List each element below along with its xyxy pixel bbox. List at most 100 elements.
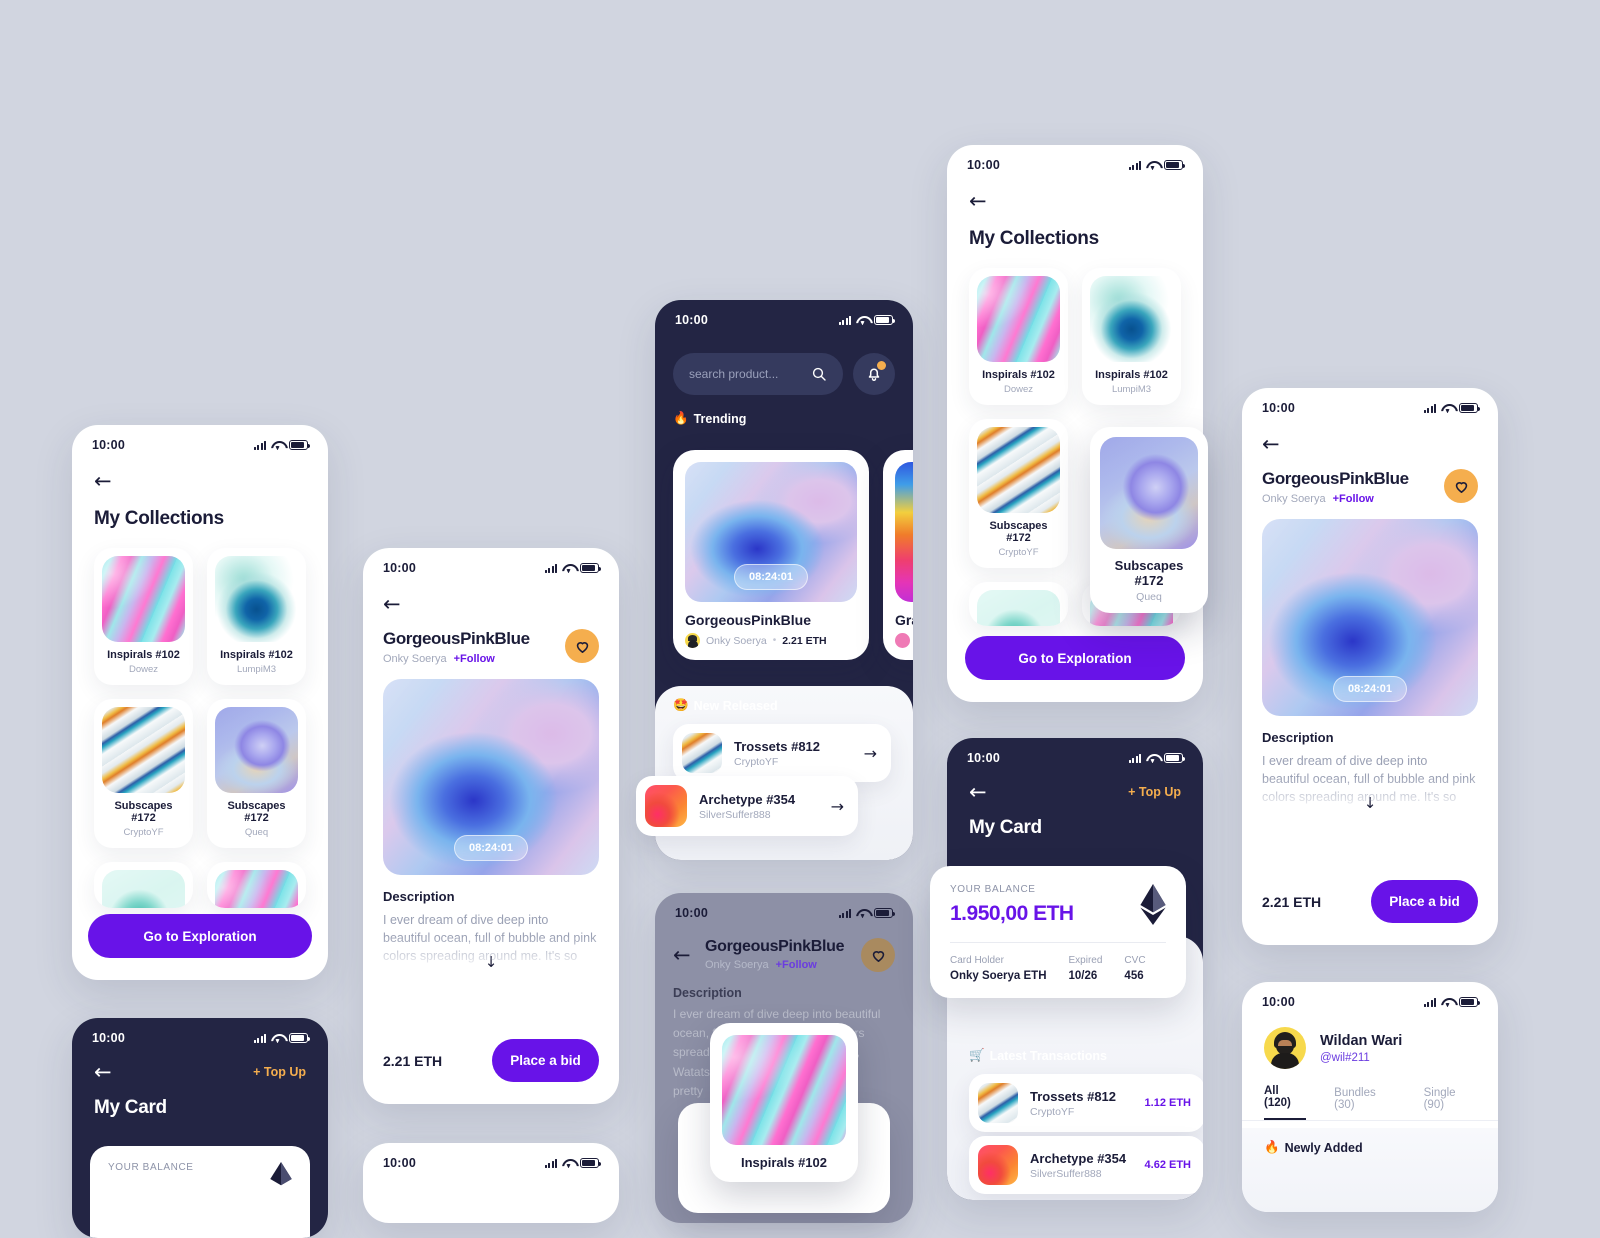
tab-all[interactable]: All (120) [1264, 1085, 1307, 1120]
new-released-row[interactable]: Trossets #812 CryptoYF → [673, 724, 891, 782]
battery-icon [874, 315, 896, 325]
collection-tile[interactable]: Inspirals #102 Dowez [94, 548, 193, 685]
favorite-button[interactable] [861, 938, 895, 972]
back-arrow-icon[interactable] [1262, 433, 1284, 455]
top-up-button[interactable]: + Top Up [1128, 785, 1181, 799]
favorite-button[interactable] [565, 629, 599, 663]
status-bar: 10:00 [363, 548, 619, 577]
collection-tile-partial[interactable] [207, 862, 306, 908]
balance-value: 1.950,00 ETH [950, 902, 1074, 925]
status-time: 10:00 [383, 561, 416, 575]
description-text: I ever dream of dive deep into beautiful… [1262, 754, 1476, 805]
wifi-icon [271, 1033, 284, 1043]
nft-thumbnail [978, 1083, 1018, 1123]
collection-tile[interactable]: Subscapes #172 Queq [207, 699, 306, 848]
top-up-button[interactable]: + Top Up [253, 1065, 306, 1079]
follow-link[interactable]: +Follow [454, 653, 495, 665]
collection-tile[interactable]: Inspirals #102 LumpiM3 [207, 548, 306, 685]
battery-icon [1459, 403, 1481, 413]
nft-title: Archetype #354 [1030, 1150, 1127, 1166]
trending-card[interactable]: 08:24:01 GorgeousPinkBlue Onky Soerya • … [673, 450, 869, 660]
page-title: My Card [969, 817, 1042, 838]
auction-timer: 08:24:01 [733, 564, 809, 590]
search-placeholder: search product... [689, 367, 779, 381]
nft-artwork [722, 1035, 846, 1145]
tile-title: Subscapes #172 [1114, 558, 1184, 588]
place-bid-button[interactable]: Place a bid [1371, 880, 1478, 923]
wifi-icon [1146, 753, 1159, 763]
battery-icon [580, 1158, 602, 1168]
nft-author: Onky Soerya [383, 653, 447, 665]
chevron-right-icon[interactable]: → [864, 744, 877, 763]
wifi-icon [562, 1158, 575, 1168]
go-to-exploration-button[interactable]: Go to Exploration [965, 636, 1185, 680]
back-arrow-icon[interactable] [94, 1061, 116, 1083]
tile-author: Dowez [1003, 384, 1034, 395]
nft-artwork [1100, 437, 1198, 549]
description-heading: Description [673, 986, 742, 1000]
tile-author: LumpiM3 [236, 664, 277, 675]
page-title: My Collections [94, 508, 224, 529]
nft-author: Onky Soerya [705, 959, 769, 971]
nft-author: CryptoYF [734, 755, 779, 768]
chevron-right-icon[interactable]: → [831, 797, 844, 816]
collection-tile[interactable]: Inspirals #102 Dowez [969, 268, 1068, 405]
transaction-row[interactable]: Trossets #812 CryptoYF 1.12 ETH [969, 1074, 1203, 1132]
signal-icon [253, 1033, 266, 1043]
tile-title: Inspirals #102 [220, 649, 293, 661]
collection-tile[interactable]: Inspirals #102 LumpiM3 [1082, 268, 1181, 405]
back-arrow-icon[interactable] [969, 190, 991, 212]
new-released-heading: 🤩 New Released [673, 698, 778, 713]
ethereum-icon [270, 1162, 292, 1186]
nft-artwork [895, 462, 913, 602]
field-label: CVC [1124, 955, 1146, 966]
wifi-icon [1441, 403, 1454, 413]
favorite-button[interactable] [1444, 469, 1478, 503]
search-icon[interactable] [811, 366, 827, 382]
back-arrow-icon[interactable] [673, 944, 695, 966]
tab-single[interactable]: Single (90) [1424, 1087, 1476, 1120]
status-bar: 10:00 [363, 1143, 619, 1172]
nft-artwork [977, 590, 1060, 626]
collection-tile-expanded[interactable]: Subscapes #172 Queq [1090, 427, 1208, 613]
status-bar: 10:00 [1242, 982, 1498, 1011]
status-time: 10:00 [92, 1031, 125, 1045]
follow-link[interactable]: +Follow [776, 959, 817, 971]
tile-author: Queq [244, 827, 269, 838]
avatar [685, 633, 700, 648]
transaction-row[interactable]: Archetype #354 SilverSuffer888 4.62 ETH [969, 1136, 1203, 1194]
page-title: My Card [94, 1097, 167, 1118]
wifi-icon [1146, 160, 1159, 170]
collection-tile[interactable]: Subscapes #172 CryptoYF [94, 699, 193, 848]
nft-artwork [215, 870, 298, 908]
collection-tile[interactable]: Subscapes #172 CryptoYF [969, 419, 1068, 568]
notifications-button[interactable] [853, 353, 895, 395]
tab-bundles[interactable]: Bundles (30) [1334, 1087, 1395, 1120]
notification-badge [877, 361, 886, 370]
back-arrow-icon[interactable] [969, 781, 991, 803]
search-input[interactable]: search product... [673, 353, 843, 395]
nft-title: GorgeousPinkBlue [685, 612, 812, 628]
collection-tile-partial[interactable] [94, 862, 193, 908]
go-to-exploration-button[interactable]: Go to Exploration [88, 914, 312, 958]
back-arrow-icon[interactable] [94, 470, 116, 492]
place-bid-button[interactable]: Place a bid [492, 1039, 599, 1082]
ethereum-icon [1140, 884, 1166, 925]
signal-icon [838, 315, 851, 325]
nft-artwork [977, 276, 1060, 362]
new-released-row-floating[interactable]: Archetype #354 SilverSuffer888 → [636, 776, 858, 836]
collection-tile-partial[interactable] [969, 582, 1068, 626]
tile-title: Inspirals #102 [107, 649, 180, 661]
balance-card: YOUR BALANCE [90, 1146, 310, 1238]
follow-link[interactable]: +Follow [1333, 493, 1374, 505]
back-arrow-icon[interactable] [383, 593, 405, 615]
balance-label: YOUR BALANCE [108, 1162, 194, 1173]
nft-author: SilverSuffer888 [1030, 1167, 1102, 1180]
screen-my-collections-popped: 10:00 My Collections Inspirals #102 Dowe… [947, 145, 1203, 702]
avatar[interactable] [1264, 1027, 1306, 1069]
battery-icon [580, 563, 602, 573]
trending-card[interactable]: Gra W [883, 450, 913, 660]
nft-preview-modal[interactable]: Inspirals #102 [710, 1023, 858, 1182]
profile-name: Wildan Wari [1320, 1032, 1403, 1049]
battery-icon [1459, 997, 1481, 1007]
